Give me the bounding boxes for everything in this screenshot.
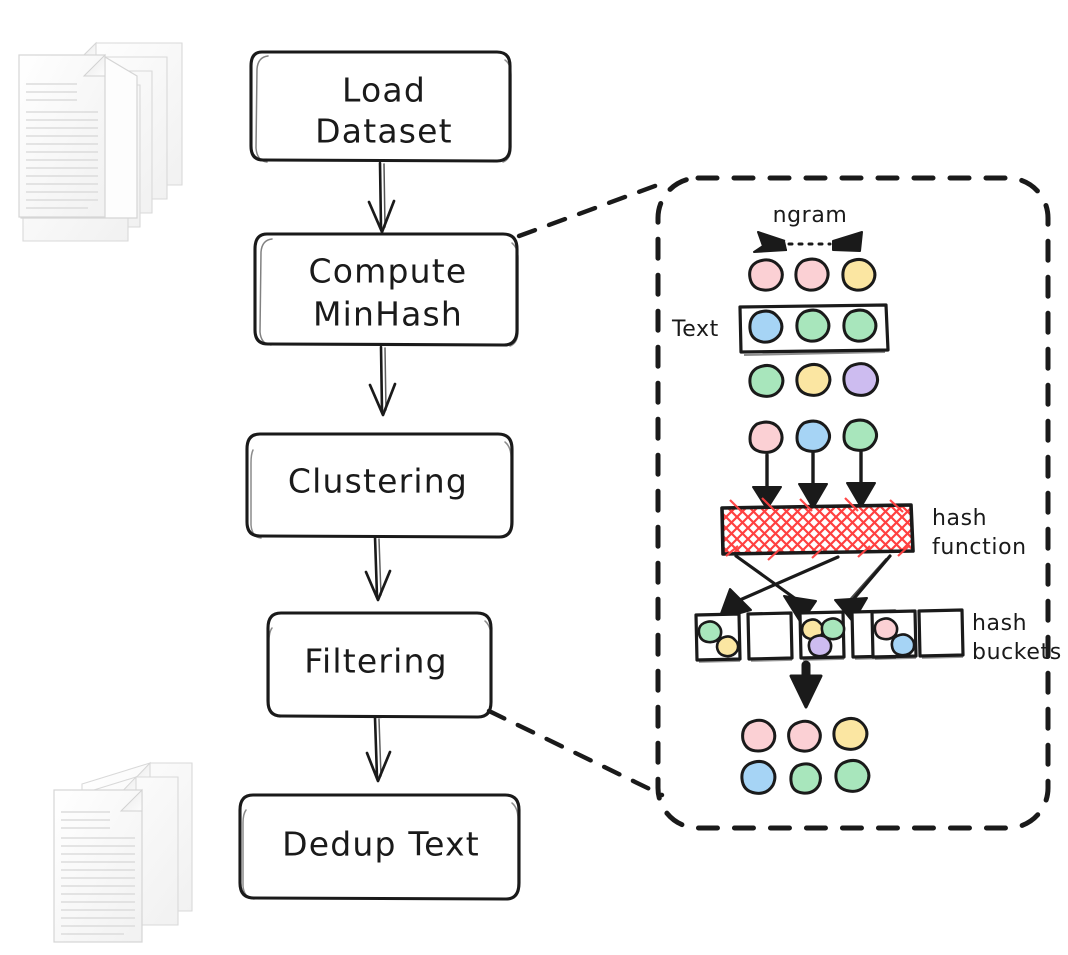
token-blob [748, 258, 784, 292]
diagram-canvas: Load Dataset Compute MinHash Clustering … [0, 0, 1068, 955]
token-blob [842, 308, 878, 343]
detail-connector-top [516, 180, 666, 239]
token-blob [795, 419, 832, 453]
node-label-line1: Compute [309, 252, 468, 291]
flow-node-clustering[interactable]: Clustering [245, 432, 514, 539]
node-label-line2: MinHash [313, 295, 463, 334]
flow-arrow-1 [367, 161, 396, 234]
token-blob [842, 418, 879, 452]
hash-bucket [917, 608, 965, 659]
hash-buckets-label-line1: hash [972, 611, 1027, 636]
hash-bucket [746, 611, 794, 662]
text-annotation: Text [671, 317, 719, 342]
arrows-to-hash-function [752, 450, 876, 510]
node-label-line1: Load [342, 71, 426, 110]
token-blob [842, 362, 880, 397]
hash-bucket [798, 610, 846, 661]
token-row-fourth [748, 418, 879, 454]
node-label-line1: Filtering [304, 642, 448, 681]
detail-connector-bottom [486, 708, 665, 798]
ngram-label: ngram [773, 203, 848, 228]
hash-bucket [694, 612, 742, 663]
hash-bucket [870, 609, 918, 660]
flow-node-load-dataset[interactable]: Load Dataset [249, 50, 512, 163]
document-page-front [18, 53, 138, 219]
text-label: Text [671, 317, 719, 342]
text-token-box [738, 303, 890, 356]
token-blob [789, 762, 822, 795]
hash-function-box: hash function [720, 497, 1027, 561]
bucket-blob [715, 635, 740, 658]
hash-buckets-row: hash buckets [694, 608, 1062, 665]
bucket-blob [873, 617, 899, 641]
node-label-line2: Dataset [315, 112, 453, 151]
token-blob [741, 718, 777, 753]
token-blob [787, 719, 822, 753]
arrow-to-output-tokens [789, 660, 823, 709]
bucket-blob [697, 620, 723, 644]
token-blob [740, 759, 777, 795]
flow-arrow-2 [368, 345, 397, 417]
token-row-third [748, 362, 880, 398]
token-blob [748, 363, 785, 398]
bucket-blob [890, 633, 916, 657]
token-blob [832, 716, 869, 751]
output-token-row-1 [741, 716, 869, 753]
bucket-blob [807, 634, 833, 658]
flow-arrow-4 [365, 716, 392, 783]
document-page-front [53, 788, 143, 943]
flow-node-compute-minhash[interactable]: Compute MinHash [253, 232, 519, 347]
token-blob [795, 362, 832, 397]
node-label-line1: Dedup Text [282, 825, 480, 864]
token-blob [748, 420, 784, 454]
output-document-stack [53, 761, 193, 943]
token-blob [834, 758, 871, 793]
token-row-ngram [748, 257, 877, 292]
flow-arrow-3 [364, 535, 392, 602]
flow-node-dedup-text[interactable]: Dedup Text [238, 793, 521, 901]
hash-function-label-line1: hash [932, 506, 987, 531]
hash-buckets-label-line2: buckets [972, 640, 1062, 665]
token-blob [841, 257, 877, 292]
diagram-svg: Load Dataset Compute MinHash Clustering … [18, 41, 1062, 943]
hash-function-label-line2: function [932, 535, 1027, 560]
flow-node-filtering[interactable]: Filtering [266, 611, 493, 719]
input-document-stack [18, 41, 183, 242]
token-blob [795, 308, 831, 343]
output-token-row-2 [740, 758, 871, 795]
node-label-line1: Clustering [288, 462, 468, 501]
ngram-annotation: ngram [753, 203, 863, 253]
token-blob [794, 257, 830, 292]
token-blob [748, 309, 784, 344]
